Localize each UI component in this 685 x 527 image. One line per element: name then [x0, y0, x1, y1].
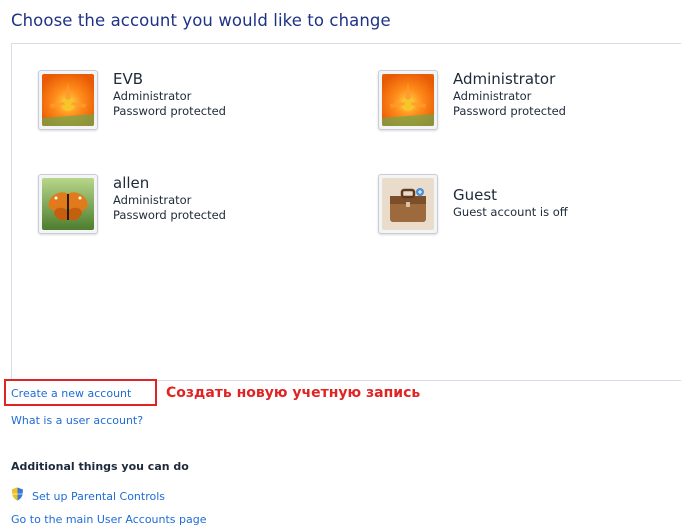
- account-type: Administrator: [453, 89, 532, 103]
- account-tile-administrator[interactable]: Administrator Administrator Password pro…: [378, 70, 566, 130]
- account-status: Password protected: [453, 104, 566, 118]
- page-title: Choose the account you would like to cha…: [11, 11, 391, 30]
- account-tile-evb[interactable]: EVB Administrator Password protected: [38, 70, 226, 130]
- account-status: Password protected: [113, 104, 226, 118]
- additional-heading: Additional things you can do: [11, 460, 189, 473]
- parental-controls-link[interactable]: Set up Parental Controls: [32, 490, 165, 503]
- account-type: Administrator: [113, 89, 192, 103]
- account-name: Administrator: [453, 70, 556, 88]
- briefcase-icon: [378, 174, 438, 234]
- butterfly-icon: [38, 174, 98, 234]
- parental-controls-row[interactable]: Set up Parental Controls: [11, 487, 165, 506]
- shield-icon: [11, 487, 24, 506]
- create-new-account-link[interactable]: Create a new account: [11, 387, 131, 400]
- account-status: Guest account is off: [453, 205, 568, 219]
- account-tile-guest[interactable]: Guest Guest account is off: [378, 174, 568, 234]
- account-tile-allen[interactable]: allen Administrator Password protected: [38, 174, 226, 234]
- orange-flower-icon: [38, 70, 98, 130]
- main-user-accounts-link[interactable]: Go to the main User Accounts page: [11, 513, 207, 526]
- accounts-panel: EVB Administrator Password protected Adm…: [11, 43, 681, 381]
- annotation-label: Создать новую учетную запись: [166, 385, 421, 401]
- account-status: Password protected: [113, 208, 226, 222]
- account-type: Administrator: [113, 193, 192, 207]
- orange-flower-icon: [378, 70, 438, 130]
- account-name: Guest: [453, 186, 498, 204]
- what-is-user-account-link[interactable]: What is a user account?: [11, 414, 143, 427]
- account-name: EVB: [113, 70, 144, 88]
- account-name: allen: [113, 174, 150, 192]
